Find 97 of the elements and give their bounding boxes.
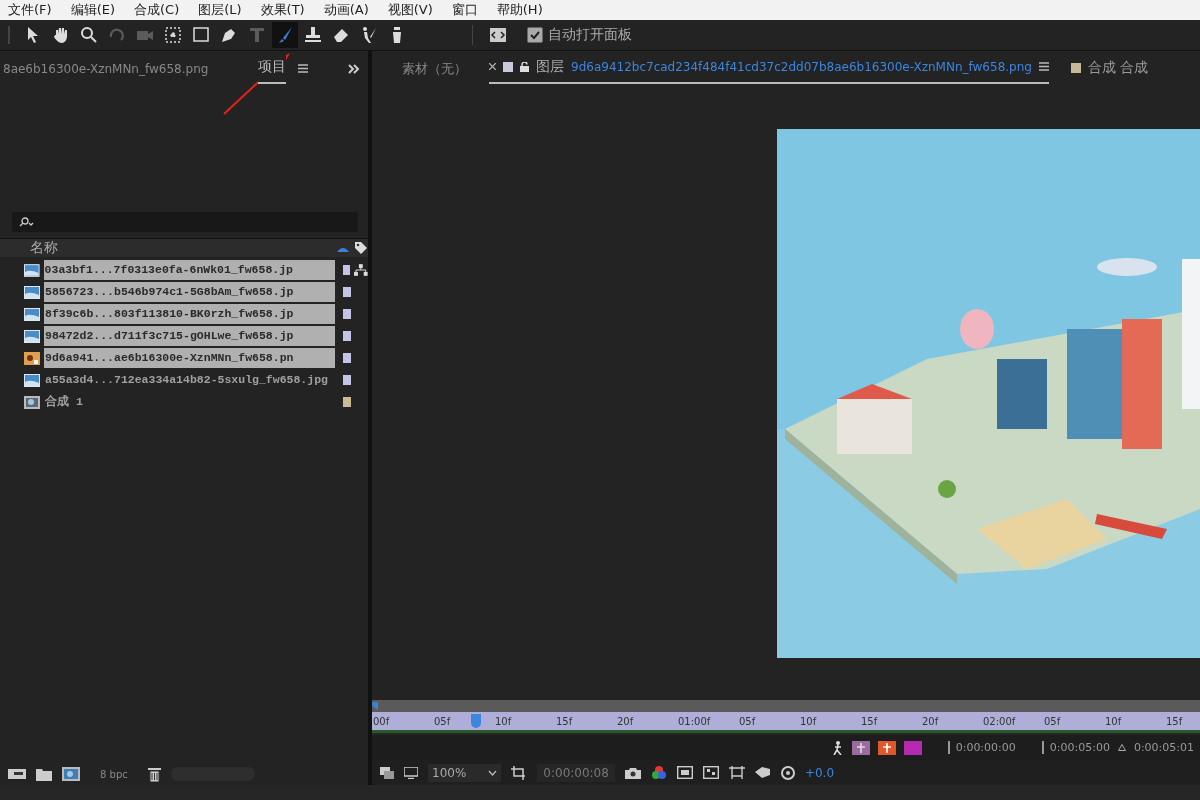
tick-label: 10f bbox=[1104, 715, 1123, 727]
brush-tool-icon[interactable] bbox=[272, 22, 298, 48]
viewer-tab[interactable]: 合成 合成 bbox=[1070, 54, 1149, 83]
transparency-grid-icon[interactable] bbox=[702, 766, 719, 779]
viewer-tab[interactable]: 素材（无） bbox=[402, 59, 467, 78]
annotation-arrow bbox=[222, 52, 292, 116]
tick-label: 05f bbox=[738, 715, 757, 727]
layer-swatch-icon bbox=[503, 61, 513, 72]
figure-button[interactable] bbox=[851, 740, 870, 755]
tick-label: 00f bbox=[372, 715, 391, 727]
snapshot-icon[interactable] bbox=[754, 766, 771, 779]
checkbox-label: 自动打开面板 bbox=[548, 26, 632, 44]
folder-icon[interactable] bbox=[36, 767, 52, 781]
menu-item[interactable]: 编辑(E) bbox=[70, 1, 115, 19]
panel-tab[interactable]: 项目 bbox=[258, 53, 286, 84]
tick-label: 01:00f bbox=[677, 715, 712, 727]
menu-item[interactable]: 帮助(H) bbox=[496, 1, 543, 19]
layer-swatch-icon bbox=[1070, 62, 1081, 73]
file-name[interactable]: 9d6a941...ae6b16300e-XznMNn_fw658.pn bbox=[44, 348, 335, 368]
monitor-icon[interactable] bbox=[404, 766, 418, 779]
file-name[interactable]: 98472d2...d711f3c715-gOHLwe_fw658.jp bbox=[44, 326, 335, 346]
preview-title: 8ae6b16300e-XznMNn_fw658.png bbox=[3, 61, 210, 76]
image-file-icon bbox=[24, 373, 40, 387]
menu-item[interactable]: 合成(C) bbox=[134, 1, 180, 19]
chevrons-icon[interactable] bbox=[348, 63, 360, 74]
region-icon[interactable] bbox=[676, 766, 693, 779]
rgb-channels-icon[interactable] bbox=[650, 765, 667, 780]
file-name[interactable]: a55a3d4...712ea334a14b82-5sxulg_fw658.jpg bbox=[44, 370, 335, 390]
viewer-tab[interactable]: 图层 9d6a9412bc7cad234f484f41cd37c2dd07b8ae6b16300e-XznMNn_fw658.png bbox=[489, 53, 1049, 84]
plus-icon bbox=[880, 741, 893, 754]
menu-item[interactable]: 视图(V) bbox=[387, 1, 433, 19]
layer-file-name: 9d6a9412bc7cad234f484f41cd37c2dd07b8ae6b16300e-XznMNn_fw658.png bbox=[571, 59, 1032, 74]
camera-icon[interactable] bbox=[624, 766, 641, 779]
label-swatch[interactable] bbox=[343, 353, 351, 363]
walking-figure-icon[interactable] bbox=[831, 740, 844, 755]
tab-label: 图层 bbox=[536, 57, 564, 76]
interpret-footage-icon[interactable] bbox=[8, 767, 26, 781]
label-swatch[interactable] bbox=[343, 309, 351, 319]
lock-icon[interactable] bbox=[520, 61, 529, 72]
menu-item[interactable]: 窗口 bbox=[451, 1, 478, 19]
image-file-icon bbox=[24, 263, 40, 277]
tick-label: 15f bbox=[860, 715, 879, 727]
duration-time: 0:00:05:01 bbox=[1133, 741, 1194, 754]
menu-icon[interactable] bbox=[1038, 62, 1049, 71]
label-swatch[interactable] bbox=[343, 397, 351, 407]
file-name[interactable]: 5856723...b546b974c1-5G8bAm_fw658.jp bbox=[44, 282, 335, 302]
aperture-icon[interactable] bbox=[780, 765, 795, 780]
figure-button[interactable] bbox=[877, 740, 896, 755]
overlay-button[interactable] bbox=[903, 740, 922, 755]
image-file-icon bbox=[24, 351, 40, 365]
label-swatch[interactable] bbox=[343, 375, 351, 385]
close-icon[interactable] bbox=[489, 63, 496, 70]
in-point-time[interactable]: 0:00:00:00 bbox=[947, 741, 1016, 754]
menu-item[interactable]: 文件(F) bbox=[8, 1, 52, 19]
tick-label: 05f bbox=[1043, 715, 1062, 727]
layers-icon[interactable] bbox=[380, 766, 394, 779]
label-swatch[interactable] bbox=[342, 265, 351, 275]
tick-label: 20f bbox=[616, 715, 635, 727]
zoom-dropdown[interactable]: 100% bbox=[428, 763, 502, 782]
file-name[interactable]: 03a3bf1...7f0313e0fa-6nWk01_fw658.jp bbox=[43, 260, 335, 280]
trash-icon[interactable] bbox=[147, 766, 161, 782]
guides-icon[interactable] bbox=[728, 766, 745, 779]
tick-label: 15f bbox=[1165, 715, 1184, 727]
plus-icon bbox=[854, 741, 867, 754]
menu-item[interactable]: 效果(T) bbox=[260, 1, 305, 19]
label-swatch[interactable] bbox=[343, 331, 351, 341]
tick-label: 05f bbox=[433, 715, 452, 727]
time-ruler[interactable]: 00f 05f 10f 15f 20f 01:00f 05f 10f 15f 20f 02:00f 05f 10f 15f bbox=[372, 712, 1200, 733]
checkbox[interactable] bbox=[527, 27, 543, 43]
out-point-time[interactable]: 0:00:05:00 bbox=[1041, 741, 1110, 754]
tag-icon[interactable] bbox=[354, 241, 368, 255]
panel-icon[interactable] bbox=[489, 27, 507, 43]
file-name[interactable]: 合成 1 bbox=[44, 392, 335, 412]
caret-icon bbox=[488, 769, 498, 776]
current-time[interactable]: 0:00:00:08 bbox=[537, 763, 615, 782]
image-file-icon bbox=[24, 307, 40, 321]
image-file-icon bbox=[24, 329, 40, 343]
search-field[interactable] bbox=[12, 212, 358, 232]
label-swatch[interactable] bbox=[343, 287, 351, 297]
bit-depth-button[interactable]: 8 bpc bbox=[90, 766, 138, 782]
menu-icon[interactable] bbox=[298, 64, 308, 73]
flowchart-icon[interactable] bbox=[354, 264, 368, 276]
file-name[interactable]: 8f39c6b...803f113810-BK0rzh_fw658.jp bbox=[44, 304, 335, 324]
tick-label: 15f bbox=[555, 715, 574, 727]
crop-icon[interactable] bbox=[511, 765, 528, 780]
tick-label: 10f bbox=[494, 715, 513, 727]
menu-item[interactable]: 图层(L) bbox=[198, 1, 242, 19]
image-file-icon bbox=[24, 285, 40, 299]
exposure-value[interactable]: +0.0 bbox=[804, 765, 835, 780]
tab-label: 合成 合成 bbox=[1087, 58, 1149, 77]
menu-item[interactable]: 动画(A) bbox=[323, 1, 369, 19]
tick-label: 10f bbox=[799, 715, 818, 727]
tick-label: 20f bbox=[921, 715, 940, 727]
composition-icon bbox=[24, 395, 40, 409]
tick-label: 02:00f bbox=[982, 715, 1017, 727]
delta-icon bbox=[1117, 744, 1126, 751]
search-icon bbox=[18, 217, 34, 227]
